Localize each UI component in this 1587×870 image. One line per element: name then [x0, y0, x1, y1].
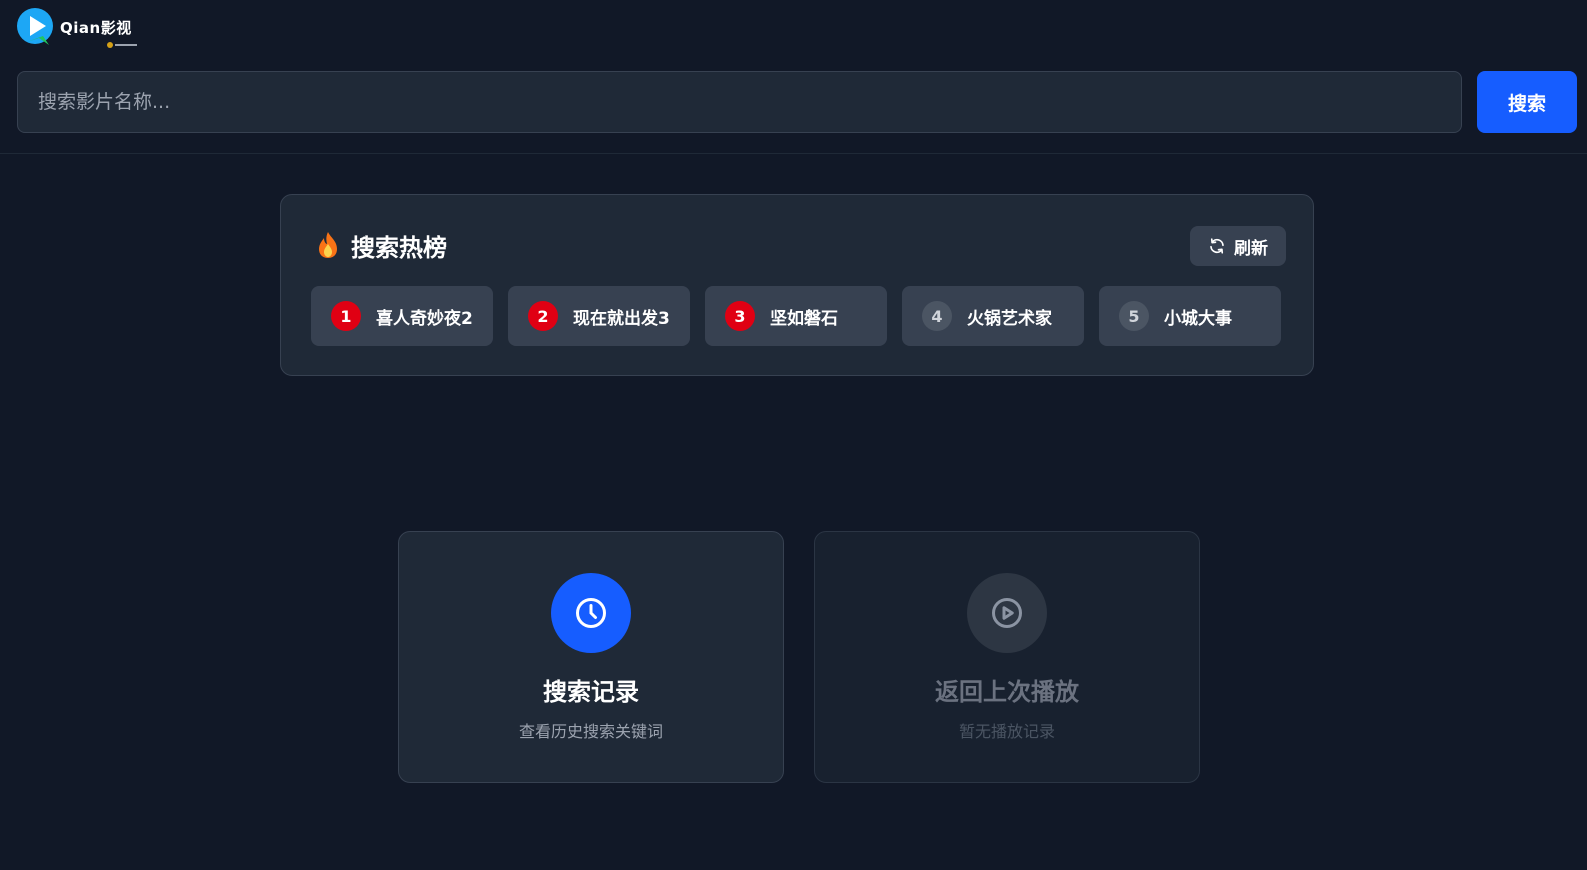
hot-search-label: 现在就出发3: [573, 308, 670, 329]
search-input[interactable]: [17, 71, 1462, 133]
hot-search-label: 喜人奇妙夜2: [376, 308, 473, 329]
hot-search-item[interactable]: 3 坚如磐石: [705, 286, 887, 346]
rank-badge: 1: [331, 301, 361, 331]
app-logo[interactable]: Qian影视: [17, 8, 142, 52]
rank-badge: 5: [1119, 301, 1149, 331]
rank-badge: 3: [725, 301, 755, 331]
search-button[interactable]: 搜索: [1477, 71, 1577, 133]
refresh-button[interactable]: 刷新: [1190, 226, 1286, 266]
play-circle-icon: [992, 598, 1022, 628]
flame-icon: [319, 232, 337, 258]
resume-playback-title: 返回上次播放: [935, 678, 1079, 706]
app-logo-text: Qian影视: [60, 19, 132, 37]
search-history-card[interactable]: 搜索记录 查看历史搜索关键词: [398, 531, 784, 783]
refresh-label: 刷新: [1234, 238, 1268, 259]
refresh-icon: [1210, 238, 1224, 254]
hot-search-title: 搜索热榜: [351, 233, 447, 262]
logo-badge-icon: [107, 42, 137, 48]
hot-search-item[interactable]: 4 火锅艺术家: [902, 286, 1084, 346]
hot-search-label: 坚如磐石: [770, 308, 838, 329]
play-logo-icon: [17, 8, 53, 45]
search-history-title: 搜索记录: [543, 678, 639, 706]
hot-search-item[interactable]: 5 小城大事: [1099, 286, 1281, 346]
resume-playback-icon-circle: [967, 573, 1047, 653]
hot-search-panel: 搜索热榜 刷新 1 喜人奇妙夜2 2 现在就出发3 3 坚如磐石 4 火锅艺术家…: [280, 194, 1314, 376]
hot-search-label: 火锅艺术家: [967, 308, 1052, 329]
resume-playback-description: 暂无播放记录: [958, 722, 1055, 741]
hot-search-header: 搜索热榜: [317, 230, 447, 262]
hot-search-item[interactable]: 1 喜人奇妙夜2: [311, 286, 493, 346]
hot-search-label: 小城大事: [1164, 308, 1232, 329]
rank-badge: 2: [528, 301, 558, 331]
hot-search-item[interactable]: 2 现在就出发3: [508, 286, 690, 346]
top-header: Qian影视 搜索: [0, 0, 1587, 154]
clock-icon: [576, 598, 606, 628]
resume-playback-card[interactable]: 返回上次播放 暂无播放记录: [814, 531, 1200, 783]
search-history-description: 查看历史搜索关键词: [518, 722, 663, 741]
hot-search-list: 1 喜人奇妙夜2 2 现在就出发3 3 坚如磐石 4 火锅艺术家 5 小城大事: [311, 286, 1281, 346]
rank-badge: 4: [922, 301, 952, 331]
search-history-icon-circle: [551, 573, 631, 653]
